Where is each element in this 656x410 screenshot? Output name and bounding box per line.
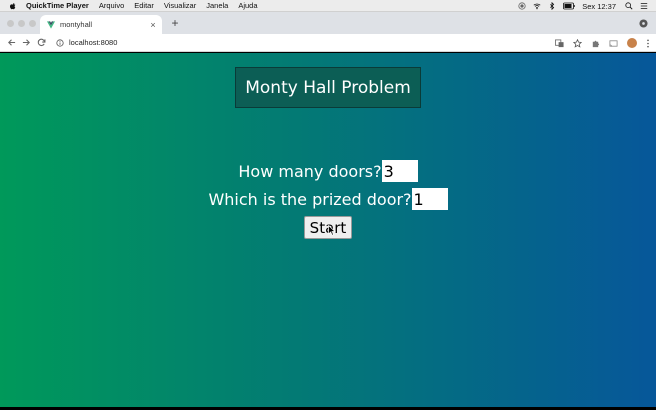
menu-app-name[interactable]: QuickTime Player — [26, 1, 89, 10]
profile-avatar[interactable] — [627, 38, 637, 48]
bluetooth-icon[interactable] — [548, 2, 556, 10]
chrome-extension-icon[interactable] — [639, 19, 648, 28]
apple-icon[interactable] — [9, 2, 17, 10]
site-info-icon[interactable] — [56, 38, 64, 47]
window-minimize-button[interactable] — [18, 20, 25, 27]
doors-count-input[interactable] — [381, 160, 418, 182]
battery-icon[interactable] — [563, 2, 575, 10]
reload-icon[interactable] — [37, 38, 46, 47]
back-arrow-icon[interactable] — [7, 38, 16, 47]
doors-count-row: How many doors? — [0, 160, 656, 182]
url-text[interactable]: localhost:8080 — [69, 38, 117, 47]
page-title: Monty Hall Problem — [235, 67, 421, 108]
spotlight-icon[interactable] — [625, 2, 633, 10]
bookmark-star-icon[interactable] — [573, 38, 582, 48]
browser-tab-active[interactable]: montyhall × — [40, 15, 162, 34]
address-bar[interactable]: localhost:8080 — [56, 36, 117, 50]
menu-ajuda[interactable]: Ajuda — [238, 1, 257, 10]
prized-door-label: Which is the prized door? — [208, 189, 412, 209]
record-icon[interactable] — [518, 2, 526, 10]
menu-editar[interactable]: Editar — [134, 1, 154, 10]
extension-puzzle-icon[interactable] — [591, 39, 600, 48]
prized-door-input[interactable] — [411, 188, 448, 210]
vue-logo-icon — [47, 20, 55, 29]
doors-count-label: How many doors? — [238, 161, 382, 181]
menu-janela[interactable]: Janela — [206, 1, 228, 10]
app-page: Monty Hall Problem How many doors? Which… — [0, 53, 656, 407]
browser-tab-strip: montyhall × + — [0, 12, 656, 34]
macos-menu-bar: QuickTime Player Arquivo Editar Visualiz… — [0, 0, 656, 12]
menu-arquivo[interactable]: Arquivo — [99, 1, 124, 10]
menu-visualizar[interactable]: Visualizar — [164, 1, 196, 10]
mouse-cursor-icon — [328, 225, 336, 236]
forward-arrow-icon[interactable] — [22, 38, 31, 47]
window-close-button[interactable] — [7, 20, 14, 27]
window-zoom-button[interactable] — [29, 20, 36, 27]
menu-clock[interactable]: Sex 12:37 — [582, 2, 616, 11]
more-menu-icon[interactable] — [646, 39, 650, 48]
cast-icon[interactable] — [609, 39, 618, 48]
wifi-icon[interactable] — [533, 2, 541, 10]
tab-close-icon[interactable]: × — [146, 20, 160, 30]
new-tab-button[interactable]: + — [168, 16, 182, 30]
translate-icon[interactable] — [555, 38, 564, 48]
prized-door-row: Which is the prized door? — [0, 188, 656, 210]
browser-toolbar: localhost:8080 — [0, 34, 656, 52]
tab-title: montyhall — [60, 20, 93, 29]
notification-center-icon[interactable] — [640, 2, 648, 10]
